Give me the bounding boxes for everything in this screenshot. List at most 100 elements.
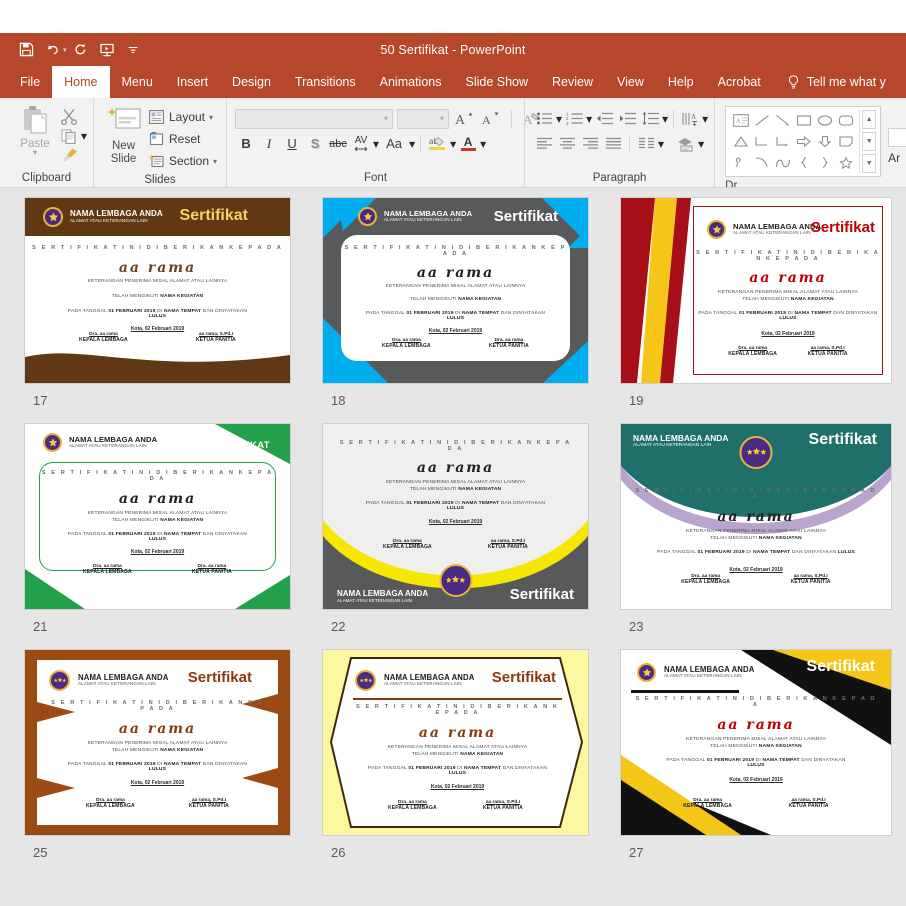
change-case-button[interactable]: Aa — [380, 133, 408, 154]
shape-arc-icon[interactable] — [751, 152, 772, 173]
slide-thumbnail-17[interactable]: NAMA LEMBAGA ANDA ALAMAT ATAU KETERANGAN… — [25, 198, 290, 383]
cut-button[interactable] — [60, 108, 87, 125]
tab-acrobat[interactable]: Acrobat — [706, 66, 773, 98]
underline-button[interactable]: U — [281, 133, 303, 154]
section-button[interactable]: Section ▾ — [145, 151, 220, 171]
shape-curve-icon[interactable] — [772, 152, 793, 173]
redo-icon[interactable] — [69, 39, 93, 61]
highlight-dropdown-icon[interactable]: ▾ — [450, 137, 456, 151]
line-spacing-button[interactable] — [639, 108, 661, 129]
shapes-gallery[interactable]: A — [725, 106, 881, 177]
tab-transitions[interactable]: Transitions — [283, 66, 368, 98]
start-presentation-icon[interactable] — [95, 39, 119, 61]
slide-thumbnail-23[interactable]: NAMA LEMBAGA ANDA ALAMAT ATAU KETERANGAN… — [621, 424, 891, 609]
font-size-select[interactable]: ▾ — [397, 109, 449, 129]
columns-dropdown-icon[interactable]: ▾ — [658, 137, 664, 151]
shape-line-icon[interactable] — [751, 110, 772, 131]
shape-scribble-icon[interactable] — [730, 152, 751, 173]
bullets-dropdown-icon[interactable]: ▾ — [556, 112, 562, 126]
save-icon[interactable] — [14, 39, 38, 61]
line-spacing-dropdown-icon[interactable]: ▾ — [662, 112, 668, 126]
tab-insert[interactable]: Insert — [165, 66, 220, 98]
format-painter-button[interactable] — [60, 147, 87, 163]
slide-cell-21[interactable]: NAMA LEMBAGA ANDA ALAMAT ATAU KETERANGAN… — [25, 424, 290, 650]
font-face-select[interactable]: ▾ — [235, 109, 393, 129]
strikethrough-button[interactable]: abc — [327, 133, 349, 154]
undo-dropdown-icon[interactable]: ▾ — [63, 46, 67, 54]
reset-button[interactable]: Reset — [145, 129, 220, 149]
tab-home[interactable]: Home — [52, 66, 109, 98]
slide-thumbnail-18[interactable]: NAMA LEMBAGA ANDA ALAMAT ATAU KETERANGAN… — [323, 198, 588, 383]
slide-thumbnail-25[interactable]: NAMA LEMBAGA ANDA ALAMAT ATAU KETERANGAN… — [25, 650, 290, 835]
columns-button[interactable] — [635, 133, 657, 154]
shapes-scroll-up-button[interactable]: ▲ — [862, 110, 876, 129]
copy-dropdown-icon[interactable]: ▾ — [81, 129, 87, 143]
shape-folded-corner-icon[interactable] — [835, 131, 856, 152]
align-left-button[interactable] — [533, 133, 555, 154]
numbering-button[interactable]: 123 — [563, 108, 585, 129]
tab-animations[interactable]: Animations — [368, 66, 454, 98]
paste-button[interactable]: Paste ▾ — [12, 104, 58, 156]
copy-button[interactable]: ▾ — [60, 128, 87, 144]
paste-dropdown-icon[interactable]: ▾ — [33, 150, 37, 156]
font-size-dropdown-icon[interactable]: ▾ — [440, 114, 444, 123]
tab-file[interactable]: File — [8, 66, 52, 98]
bold-button[interactable]: B — [235, 133, 257, 154]
font-color-dropdown-icon[interactable]: ▾ — [480, 137, 486, 151]
customize-qat-icon[interactable] — [121, 39, 145, 61]
increase-indent-button[interactable] — [616, 108, 638, 129]
smartart-dropdown-icon[interactable]: ▾ — [698, 137, 704, 151]
shape-arrow-icon[interactable] — [772, 110, 793, 131]
layout-dropdown-icon[interactable]: ▾ — [209, 113, 213, 122]
slide-cell-22[interactable]: S E R T I F I K A T I N I D I B E R I K … — [323, 424, 588, 650]
tab-view[interactable]: View — [605, 66, 656, 98]
shape-styles-gallery-item[interactable] — [888, 128, 906, 147]
text-direction-button[interactable]: A — [679, 108, 701, 129]
align-center-button[interactable] — [556, 133, 578, 154]
slide-cell-18[interactable]: NAMA LEMBAGA ANDA ALAMAT ATAU KETERANGAN… — [323, 198, 588, 424]
undo-icon[interactable] — [40, 39, 64, 61]
justify-button[interactable] — [602, 133, 624, 154]
shape-left-brace-icon[interactable] — [793, 152, 814, 173]
slide-thumbnail-22[interactable]: S E R T I F I K A T I N I D I B E R I K … — [323, 424, 588, 609]
slide-thumbnail-27[interactable]: NAMA LEMBAGA ANDA ALAMAT ATAU KETERANGAN… — [621, 650, 891, 835]
tab-help[interactable]: Help — [656, 66, 706, 98]
character-spacing-button[interactable]: AV — [350, 133, 372, 154]
tell-me-search[interactable]: Tell me what y — [773, 66, 886, 98]
shape-triangle-icon[interactable] — [730, 131, 751, 152]
shape-textbox-icon[interactable]: A — [730, 110, 751, 131]
font-color-button[interactable]: A — [457, 133, 479, 154]
new-slide-button[interactable]: New Slide — [102, 104, 145, 166]
shapes-more-button[interactable]: ▼ — [862, 154, 876, 173]
slide-thumbnail-26[interactable]: NAMA LEMBAGA ANDA ALAMAT ATAU KETERANGAN… — [323, 650, 588, 835]
shape-elbow-arrow-icon[interactable] — [772, 131, 793, 152]
slide-cell-17[interactable]: NAMA LEMBAGA ANDA ALAMAT ATAU KETERANGAN… — [25, 198, 290, 424]
tab-slide-show[interactable]: Slide Show — [453, 66, 540, 98]
align-right-button[interactable] — [579, 133, 601, 154]
shape-right-brace-icon[interactable] — [814, 152, 835, 173]
shape-right-arrow-icon[interactable] — [793, 131, 814, 152]
shape-star-icon[interactable] — [835, 152, 856, 173]
slide-cell-19[interactable]: NAMA LEMBAGA ANDA ALAMAT ATAU KETERANGAN… — [621, 198, 891, 424]
tab-review[interactable]: Review — [540, 66, 605, 98]
shape-oval-icon[interactable] — [814, 110, 835, 131]
slide-thumbnail-pane[interactable]: NAMA LEMBAGA ANDA ALAMAT ATAU KETERANGAN… — [0, 188, 906, 906]
text-shadow-button[interactable]: S — [304, 133, 326, 154]
character-spacing-dropdown-icon[interactable]: ▾ — [373, 137, 379, 151]
shape-elbow-connector-icon[interactable] — [751, 131, 772, 152]
slide-cell-23[interactable]: NAMA LEMBAGA ANDA ALAMAT ATAU KETERANGAN… — [621, 424, 891, 650]
decrease-indent-button[interactable] — [593, 108, 615, 129]
slide-thumbnail-19[interactable]: NAMA LEMBAGA ANDA ALAMAT ATAU KETERANGAN… — [621, 198, 891, 383]
slide-thumbnail-21[interactable]: NAMA LEMBAGA ANDA ALAMAT ATAU KETERANGAN… — [25, 424, 290, 609]
decrease-font-size-button[interactable]: A — [480, 108, 503, 129]
text-direction-dropdown-icon[interactable]: ▾ — [702, 112, 708, 126]
slide-cell-27[interactable]: NAMA LEMBAGA ANDA ALAMAT ATAU KETERANGAN… — [621, 650, 891, 876]
shape-rectangle-icon[interactable] — [793, 110, 814, 131]
numbering-dropdown-icon[interactable]: ▾ — [586, 112, 592, 126]
tab-menu[interactable]: Menu — [110, 66, 165, 98]
font-face-dropdown-icon[interactable]: ▾ — [384, 114, 388, 123]
change-case-dropdown-icon[interactable]: ▾ — [409, 137, 415, 151]
shape-down-arrow-icon[interactable] — [814, 131, 835, 152]
slide-cell-26[interactable]: NAMA LEMBAGA ANDA ALAMAT ATAU KETERANGAN… — [323, 650, 588, 876]
convert-to-smartart-button[interactable] — [675, 133, 697, 154]
